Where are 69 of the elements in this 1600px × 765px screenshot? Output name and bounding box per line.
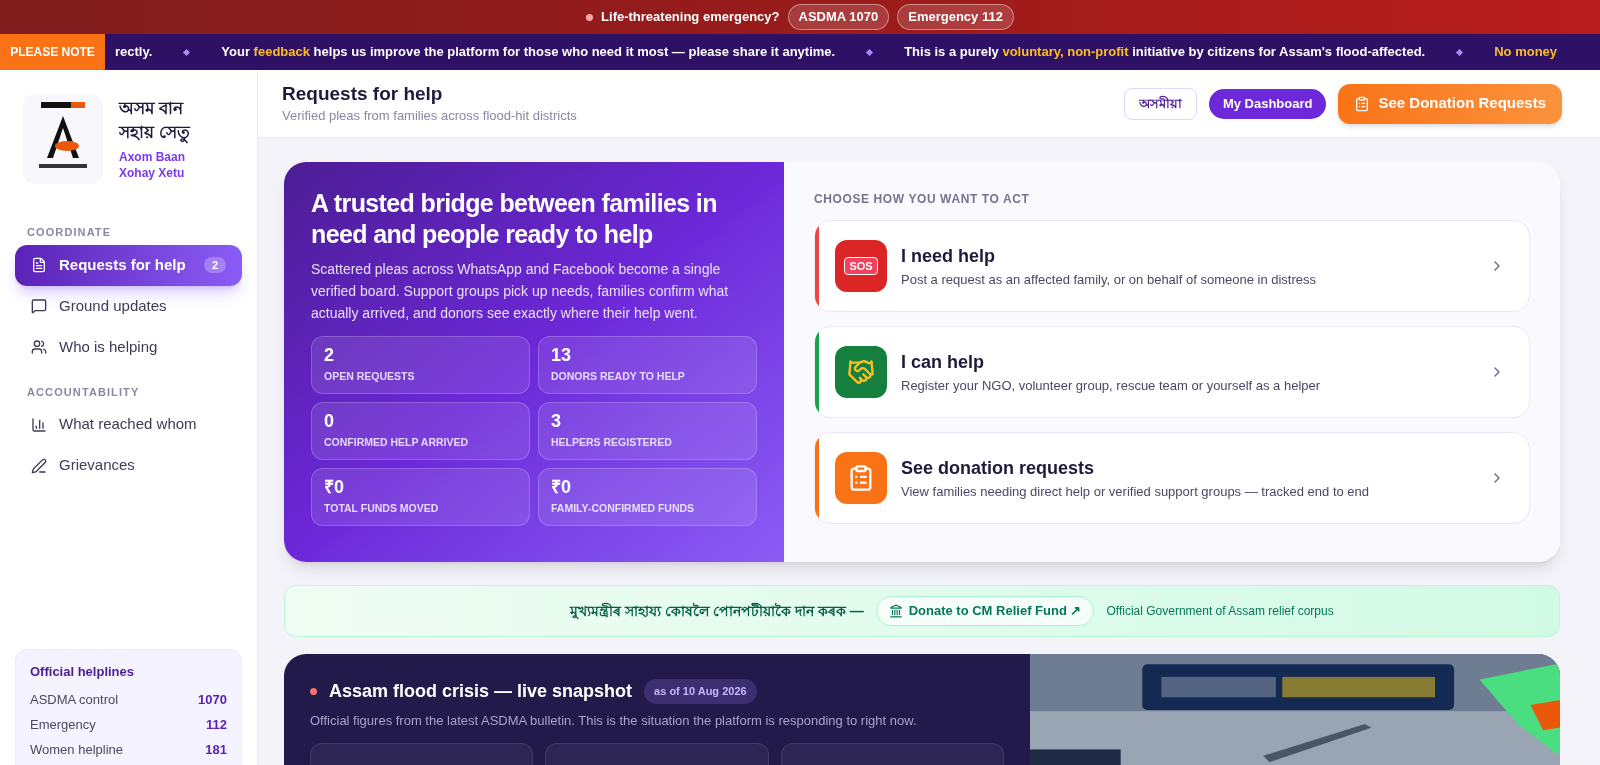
- nav-item[interactable]: Requests for help 2: [15, 244, 242, 286]
- brand-subtitle: Axom Baan Xohay Xetu: [119, 149, 187, 181]
- page-subtitle: Verified pleas from families across flood-hit districts: [282, 106, 578, 125]
- brand-title: অসম বান সহায় সেতু: [119, 98, 192, 145]
- relief-note: Official Government of Assam relief corpus: [1106, 603, 1334, 620]
- action-card[interactable]: SOS I need help Post a request as an affected family, or on behalf of someone in distress: [814, 220, 1530, 312]
- action-title: I can help: [901, 350, 986, 374]
- hero-title: A trusted bridge between families in need and people ready to help: [311, 188, 718, 250]
- action-description: Post a request as an affected family, or on behalf of someone in distress: [901, 270, 1318, 289]
- stat-label: FAMILY-CONFIRMED FUNDS: [551, 501, 696, 516]
- stat-label: DONORS READY TO HELP: [551, 369, 686, 384]
- stat-label: TOTAL FUNDS MOVED: [324, 501, 440, 516]
- stat-label: HELPERS REGISTERED: [551, 435, 673, 450]
- ticker-text: No money: [1494, 43, 1558, 62]
- chat-icon: [31, 298, 47, 314]
- action-description: Register your NGO, volunteer group, rescue team or yourself as a helper: [901, 376, 1322, 395]
- bank-icon: [888, 604, 903, 618]
- clipboard-icon: [1354, 95, 1371, 112]
- helpline-name: ASDMA control: [30, 691, 119, 710]
- helpline-pill[interactable]: Emergency 112: [897, 4, 1014, 30]
- relief-fund-link[interactable]: Donate to CM Relief Fund ↗: [875, 596, 1095, 626]
- alert-text: Life-threatening emergency?: [601, 8, 780, 27]
- action-card[interactable]: See donation requests View families needing direct help or verified support groups — tracked end to end: [814, 432, 1530, 524]
- helpline-name: Women helpline: [30, 741, 123, 760]
- document-icon: [31, 257, 47, 273]
- note-badge: PLEASE NOTE: [0, 34, 105, 70]
- stat-value: 0: [324, 411, 335, 431]
- helpline-number[interactable]: 1070: [198, 690, 227, 710]
- people-icon: [31, 339, 47, 355]
- stat-value: 3: [551, 411, 562, 431]
- page-title: Requests for help: [282, 81, 444, 106]
- hero-description: Scattered pleas across WhatsApp and Facebook become a single verified board. Support groups pick up needs, families confirm what actually arrived, and donors see exactly where their help went.: [311, 260, 730, 323]
- snapshot-description: Official figures from the latest ASDMA bulletin. This is the situation the platform is responding to right now.: [310, 712, 918, 730]
- stat-value: 13: [551, 345, 573, 365]
- actions-heading: CHOOSE HOW YOU WANT TO ACT: [814, 191, 1031, 208]
- nav-item[interactable]: Who is helping: [15, 326, 242, 368]
- section-heading: COORDINATE: [26, 225, 113, 240]
- bars-icon: [31, 416, 47, 433]
- section-heading: ACCOUNTABILITY: [26, 384, 141, 400]
- ticker-text: This is a purely voluntary, non-profit initiative by citizens for Assam's flood-affected.: [904, 43, 1426, 62]
- action-card[interactable]: I can help Register your NGO, volunteer group, rescue team or yourself as a helper: [814, 326, 1530, 418]
- stat-value: 2: [324, 345, 335, 365]
- sos-icon: SOS: [835, 240, 887, 292]
- action-title: I need help: [901, 244, 997, 268]
- helpline-pill[interactable]: ASDMA 1070: [787, 4, 890, 30]
- relief-text: মুখ্যমন্ত্ৰীৰ সাহায্য কোষলৈ পোনপটীয়াকৈ দান কৰক —: [570, 601, 864, 621]
- stat-label: OPEN REQUESTS: [324, 369, 416, 384]
- date-badge: as of 10 Aug 2026: [644, 679, 757, 704]
- action-title: See donation requests: [901, 456, 1096, 480]
- action-description: View families needing direct help or verified support groups — tracked end to end: [901, 482, 1371, 501]
- helpline-number[interactable]: 112: [206, 715, 227, 735]
- clipboard-icon: [835, 452, 887, 504]
- handshake-icon: [835, 346, 887, 398]
- dashboard-button[interactable]: My Dashboard: [1208, 88, 1327, 119]
- count-badge: 2: [203, 256, 226, 274]
- snapshot-title: Assam flood crisis — live snapshot: [329, 680, 633, 703]
- stat-label: CONFIRMED HELP ARRIVED: [324, 435, 470, 450]
- helpline-name: Emergency: [30, 716, 96, 735]
- language-button[interactable]: অসমীয়া: [1123, 87, 1197, 120]
- ticker-text: Your feedback helps us improve the platform for those who need it most — please share it anytime.: [221, 43, 836, 62]
- nav-item[interactable]: Grievances: [15, 445, 242, 486]
- pen-icon: [31, 457, 47, 474]
- stat-value: ₹0: [551, 477, 572, 497]
- nav-item[interactable]: Ground updates: [15, 285, 242, 327]
- helplines-title: Official helplines: [30, 663, 136, 681]
- ticker-text: rectly.: [115, 43, 153, 62]
- helpline-number[interactable]: 181: [205, 740, 227, 760]
- nav-item[interactable]: What reached whom: [15, 404, 242, 445]
- stat-value: ₹0: [324, 477, 345, 497]
